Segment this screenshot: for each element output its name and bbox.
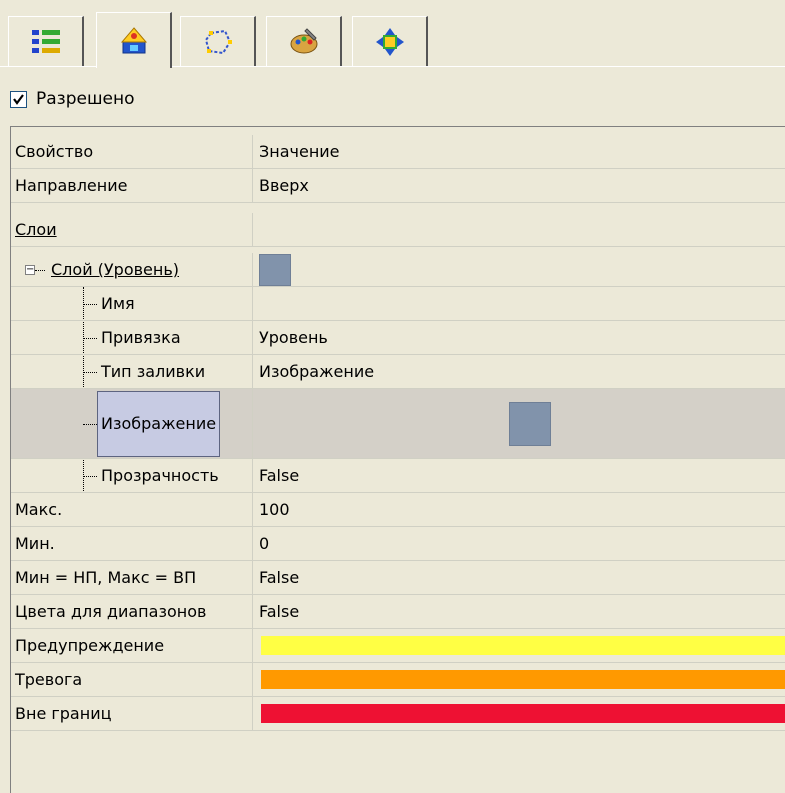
layer-color-swatch[interactable] — [259, 253, 291, 286]
list-icon — [31, 29, 60, 53]
property-name: Мин = НП, Макс = ВП — [11, 561, 253, 594]
tree-connector — [83, 424, 97, 425]
property-row[interactable]: − Слой (Уровень) — [11, 253, 785, 287]
property-value-cell[interactable] — [253, 253, 785, 286]
move-icon — [375, 27, 404, 56]
palette-icon — [290, 27, 317, 53]
enabled-row[interactable]: Разрешено — [10, 86, 135, 112]
property-row[interactable]: Мин = НП, Макс = ВП False — [11, 561, 785, 595]
property-row-selected[interactable]: Изображение — [11, 389, 785, 459]
property-value[interactable]: 0 — [253, 527, 785, 560]
property-name: Мин. — [11, 527, 253, 560]
header-property: Свойство — [11, 135, 253, 168]
property-name-cell: Слои — [11, 213, 253, 246]
collapse-icon[interactable]: − — [25, 265, 35, 275]
property-name: Тип заливки — [101, 362, 206, 381]
enabled-checkbox[interactable] — [10, 90, 27, 108]
checkmark-icon — [13, 93, 24, 105]
property-row[interactable]: Вне границ — [11, 697, 785, 731]
property-value-cell[interactable] — [253, 663, 785, 696]
header-value: Значение — [259, 142, 340, 161]
tab-shape[interactable] — [180, 16, 256, 66]
property-name: Изображение — [97, 390, 221, 457]
property-grid[interactable]: Свойство Значение Направление Вверх Слои… — [10, 126, 785, 793]
warning-color-bar[interactable] — [261, 636, 785, 655]
tree-connector — [35, 270, 45, 271]
property-value[interactable] — [253, 213, 785, 246]
tree-connector — [83, 372, 97, 373]
property-name: Привязка — [101, 328, 181, 347]
property-row[interactable]: Цвета для диапазонов False — [11, 595, 785, 629]
image-preview-swatch[interactable] — [509, 401, 551, 446]
tree-connector — [83, 476, 97, 477]
property-value[interactable]: False — [253, 561, 785, 594]
property-name-cell: Тип заливки — [11, 355, 253, 388]
property-row[interactable]: Привязка Уровень — [11, 321, 785, 355]
property-value[interactable]: False — [253, 595, 785, 628]
enabled-label: Разрешено — [36, 89, 135, 109]
property-value[interactable]: False — [253, 459, 785, 492]
tree-connector — [83, 338, 97, 339]
property-name: Вне границ — [11, 697, 253, 730]
grid-header: Свойство Значение — [11, 135, 785, 169]
property-value[interactable]: 100 — [253, 493, 785, 526]
property-value[interactable]: Уровень — [253, 321, 785, 354]
property-row[interactable]: Предупреждение — [11, 629, 785, 663]
property-name: Макс. — [11, 493, 253, 526]
property-name: Предупреждение — [11, 629, 253, 662]
property-name-cell: Изображение — [11, 389, 253, 458]
tab-general[interactable] — [8, 16, 84, 66]
tab-appearance[interactable] — [96, 12, 172, 68]
tab-strip — [0, 0, 785, 68]
property-name-cell: − Слой (Уровень) — [11, 253, 253, 286]
property-name: Направление — [11, 169, 253, 202]
property-name: Тревога — [11, 663, 253, 696]
property-value[interactable]: Вверх — [253, 169, 785, 202]
property-row[interactable]: Прозрачность False — [11, 459, 785, 493]
property-value-cell[interactable] — [253, 697, 785, 730]
out-of-range-color-bar[interactable] — [261, 704, 785, 723]
property-name: Цвета для диапазонов — [11, 595, 253, 628]
property-name-cell: Привязка — [11, 321, 253, 354]
property-name-cell: Прозрачность — [11, 459, 253, 492]
layer-level-link[interactable]: Слой (Уровень) — [51, 260, 179, 279]
layers-link[interactable]: Слои — [15, 220, 57, 239]
property-row[interactable]: Тревога — [11, 663, 785, 697]
property-row[interactable]: Тип заливки Изображение — [11, 355, 785, 389]
property-row[interactable]: Мин. 0 — [11, 527, 785, 561]
property-value-cell[interactable] — [253, 629, 785, 662]
property-name: Имя — [101, 294, 135, 313]
property-row[interactable]: Макс. 100 — [11, 493, 785, 527]
tree-connector — [83, 304, 97, 305]
shape-icon — [204, 29, 232, 54]
property-row[interactable]: Направление Вверх — [11, 169, 785, 203]
property-name: Прозрачность — [101, 466, 219, 485]
property-value[interactable] — [253, 287, 785, 320]
property-row[interactable]: Слои — [11, 213, 785, 247]
property-name-cell: Имя — [11, 287, 253, 320]
tab-move[interactable] — [352, 16, 428, 66]
appearance-icon — [120, 26, 147, 53]
alarm-color-bar[interactable] — [261, 670, 785, 689]
property-row[interactable]: Имя — [11, 287, 785, 321]
tab-fill[interactable] — [266, 16, 342, 66]
property-value[interactable]: Изображение — [253, 355, 785, 388]
property-value-cell[interactable] — [253, 389, 785, 458]
